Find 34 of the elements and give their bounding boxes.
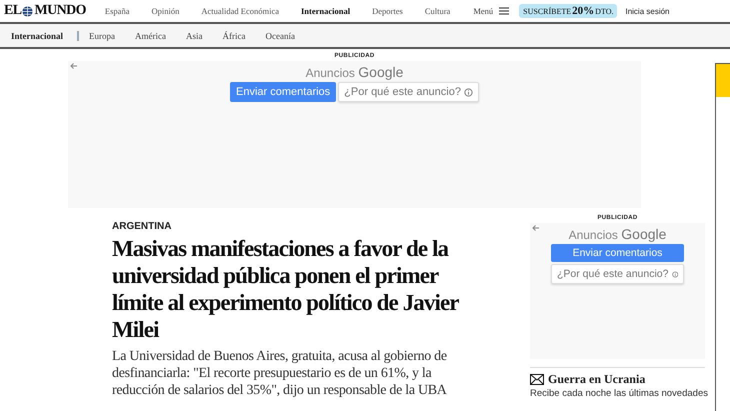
headline: Masivas manifestaciones a favor de la universidad pública ponen el primer límite al experimento político de Javier Milei	[112, 235, 460, 343]
feedback-button[interactable]: Enviar comentarios	[230, 82, 336, 102]
envelope-icon	[530, 374, 544, 385]
subnav-link[interactable]: África	[212, 30, 256, 40]
subnav-link[interactable]: Europa	[79, 30, 126, 40]
section-title[interactable]: Internacional	[11, 30, 80, 40]
info-icon	[672, 270, 678, 278]
nav-link[interactable]: Opinión	[140, 6, 190, 16]
menu-label[interactable]: Menú	[473, 6, 494, 16]
ad-title: Anuncios Google	[568, 226, 666, 242]
back-arrow-icon[interactable]	[532, 224, 540, 232]
standfirst: La Universidad de Buenos Aires, gratuita, acusa al gobierno de desfinanciarla: "El recorte presupuestario es de un 61%, y la reducción de salarios del 35%", dijo un responsable de la UBA	[112, 348, 448, 399]
back-arrow-icon[interactable]	[70, 62, 78, 70]
ad-title: Anuncios Google	[306, 64, 404, 80]
section-kicker[interactable]: ARGENTINA	[112, 221, 492, 232]
nav-link[interactable]: Internacional	[290, 6, 362, 16]
newsletter-text: Recibe cada noche las últimas novedades	[530, 388, 708, 399]
why-ad-button[interactable]: ¿Por qué este anuncio?	[338, 82, 479, 102]
newsletter-title: Guerra en Ucrania	[548, 372, 646, 387]
subnav-link[interactable]: América	[125, 30, 176, 40]
globe-icon	[22, 6, 34, 16]
feedback-button[interactable]: Enviar comentarios	[551, 244, 684, 262]
nav-link[interactable]: España	[94, 6, 140, 16]
menu-icon[interactable]	[499, 7, 510, 15]
why-ad-button[interactable]: ¿Por qué este anuncio?	[551, 264, 684, 284]
nav-link[interactable]: Actualidad Económica	[190, 6, 290, 16]
logo[interactable]: EL MUNDO	[4, 3, 86, 19]
subscribe-button[interactable]: SUSCRÍBETE20%DTO.	[519, 4, 618, 18]
info-icon	[464, 88, 473, 96]
nav-link[interactable]: Cultura	[414, 6, 462, 16]
login-link[interactable]: Inicia sesión	[625, 6, 670, 16]
subnav-link[interactable]: Asia	[176, 30, 212, 40]
nav-link[interactable]: Deportes	[361, 6, 414, 16]
subnav-link[interactable]: Oceanía	[255, 30, 305, 40]
